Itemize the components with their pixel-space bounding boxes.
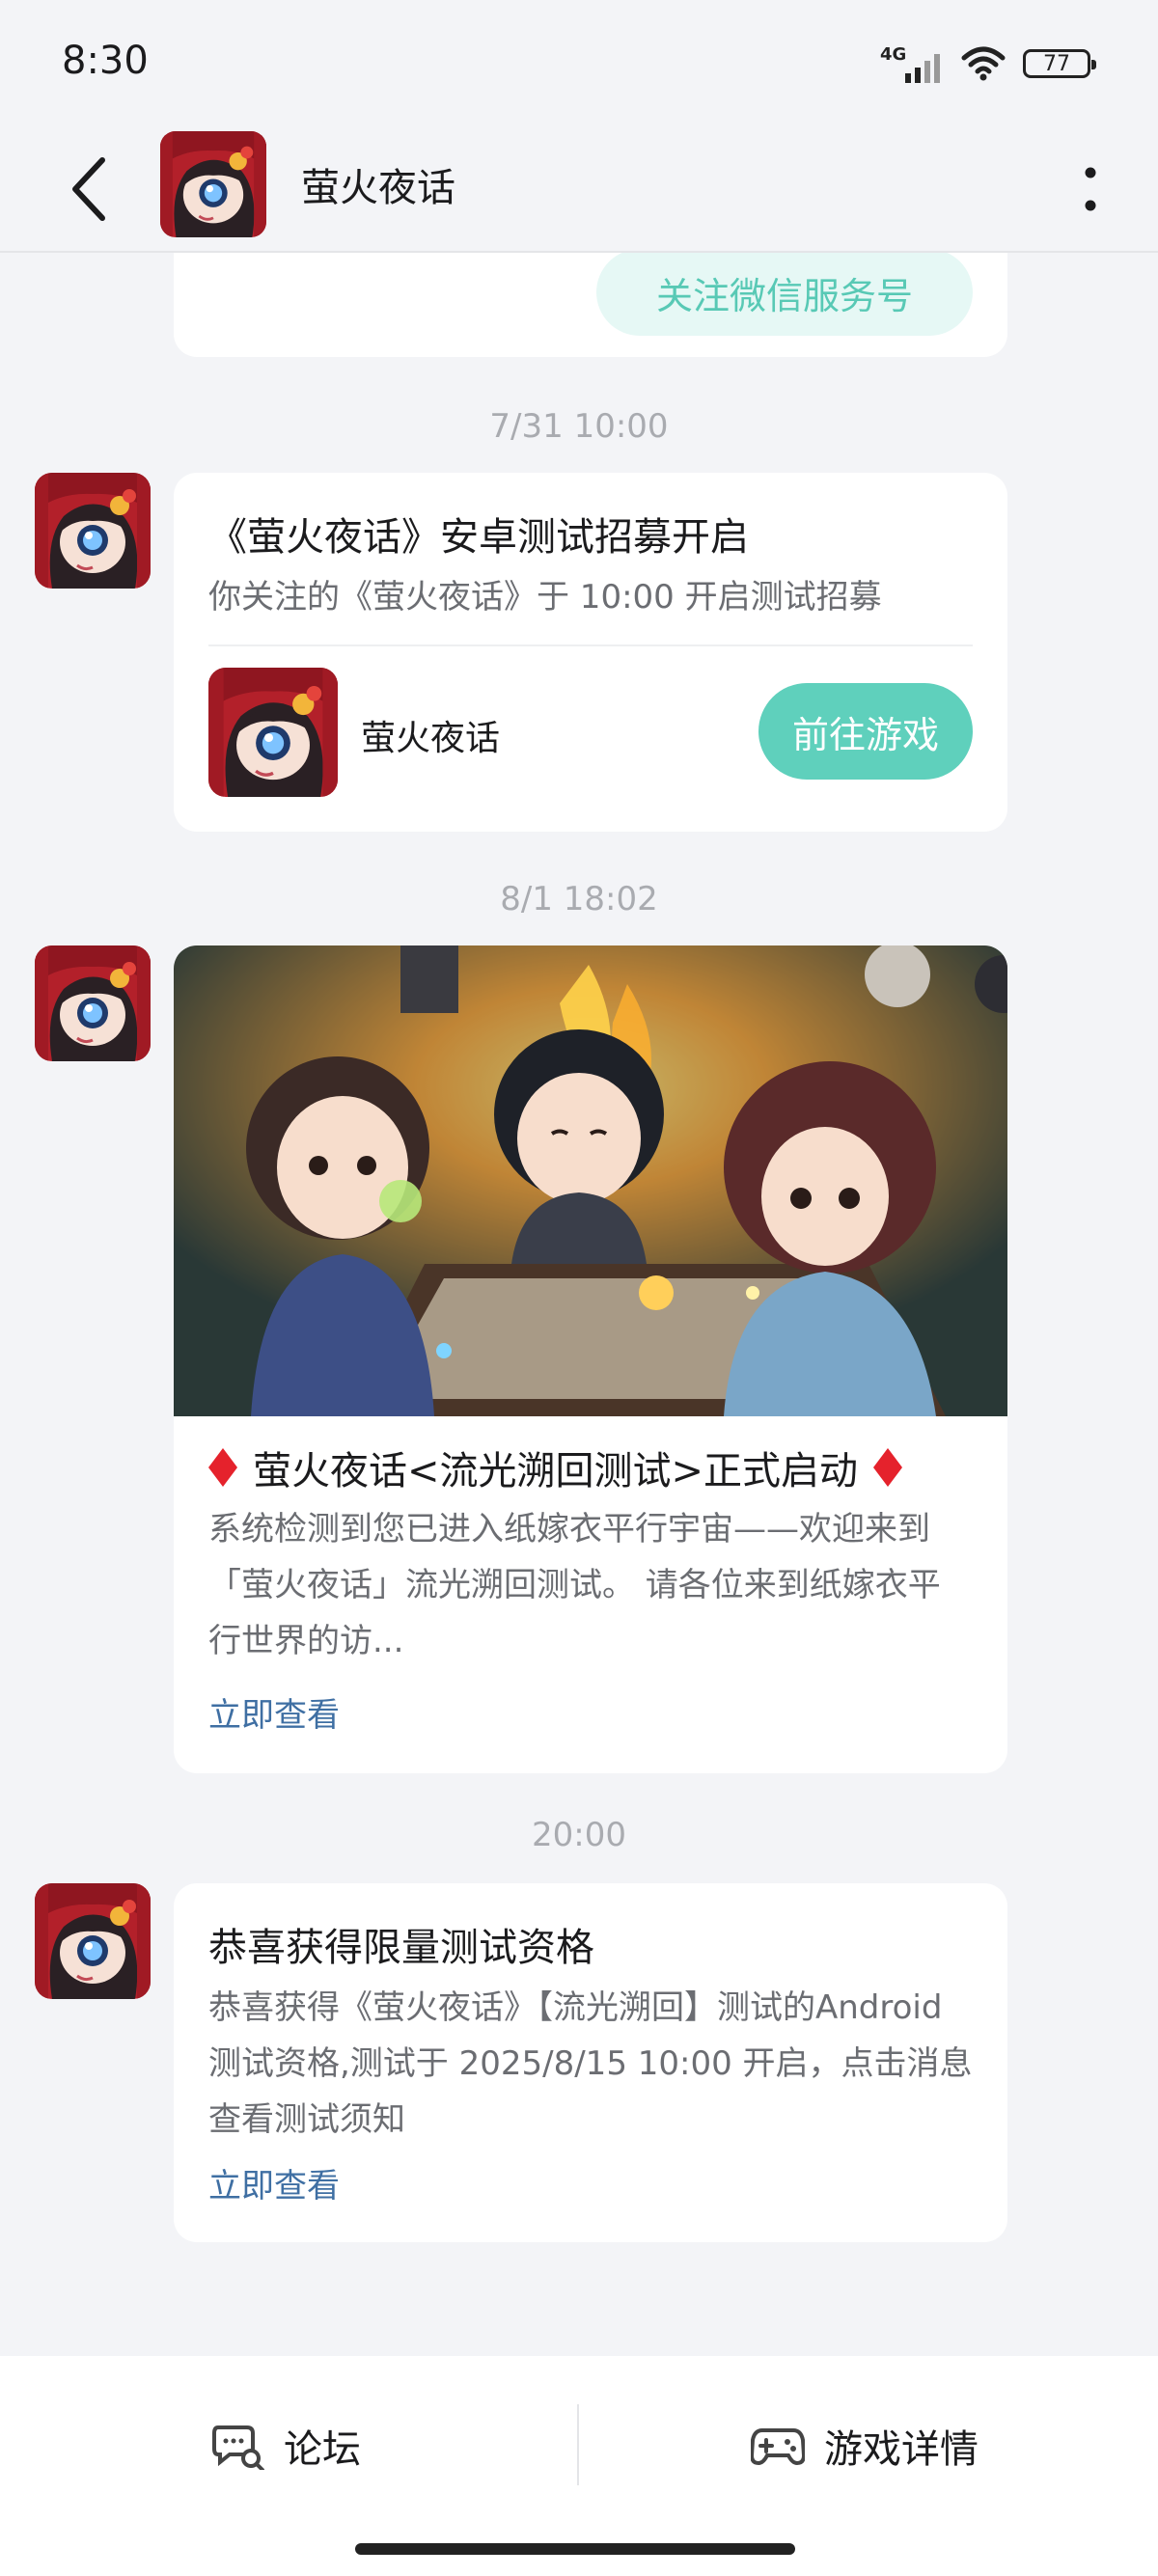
forum-chat-icon	[212, 2425, 264, 2470]
message-card-launch[interactable]: 萤火夜话<流光溯回测试>正式启动 系统检测到您已进入纸嫁衣平行宇宙——欢迎来到「…	[174, 945, 1007, 1773]
message-title-row: 萤火夜话<流光溯回测试>正式启动	[208, 1439, 903, 1495]
chat-header: 萤火夜话	[0, 125, 1158, 253]
forum-label: 论坛	[284, 2427, 361, 2472]
banner-image[interactable]	[174, 945, 1007, 1416]
red-diamond-icon	[873, 1448, 903, 1487]
message-card-previous: 关注微信服务号	[174, 253, 1007, 357]
app-screen: 8:30 4G 77 萤火夜话 关注微信服务号 7/31 10:00 《萤火夜话…	[0, 0, 1158, 2576]
message-list[interactable]: 关注微信服务号 7/31 10:00 《萤火夜话》安卓测试招募开启 你关注的《萤…	[0, 253, 1158, 2356]
message-timestamp: 20:00	[532, 1816, 626, 1854]
message-card-recruitment[interactable]: 《萤火夜话》安卓测试招募开启 你关注的《萤火夜话》于 10:00 开启测试招募 …	[174, 473, 1007, 832]
game-details-tab[interactable]: 游戏详情	[751, 2412, 979, 2480]
message-description: 你关注的《萤火夜话》于 10:00 开启测试招募	[208, 578, 882, 617]
message-title: 《萤火夜话》安卓测试招募开启	[208, 515, 749, 560]
battery-level: 77	[1043, 51, 1070, 76]
battery-icon: 77	[1023, 49, 1096, 78]
message-title: 恭喜获得限量测试资格	[208, 1926, 594, 1970]
bottom-divider	[577, 2404, 579, 2485]
view-now-link[interactable]: 立即查看	[208, 2159, 340, 2206]
message-card-qualification[interactable]: 恭喜获得限量测试资格 恭喜获得《萤火夜话》【流光溯回】测试的Android测试资…	[174, 1883, 1007, 2242]
status-icons: 4G 77	[880, 42, 1096, 85]
status-bar: 8:30 4G 77	[0, 0, 1158, 125]
goto-game-button[interactable]: 前往游戏	[758, 683, 973, 780]
game-avatar[interactable]	[160, 131, 266, 237]
cellular-signal-icon: 4G	[880, 44, 944, 83]
wifi-icon	[961, 46, 1006, 81]
game-name: 萤火夜话	[361, 719, 501, 758]
sender-avatar[interactable]	[35, 473, 151, 589]
message-timestamp: 8/1 18:02	[500, 880, 658, 918]
back-button[interactable]	[50, 151, 127, 228]
forum-tab[interactable]: 论坛	[212, 2412, 361, 2480]
view-now-link[interactable]: 立即查看	[208, 1688, 340, 1736]
bottom-action-bar: 论坛 游戏详情	[0, 2356, 1158, 2576]
message-title: 萤火夜话<流光溯回测试>正式启动	[253, 1449, 859, 1494]
game-details-label: 游戏详情	[824, 2427, 979, 2472]
message-description: 恭喜获得《萤火夜话》【流光溯回】测试的Android测试资格,测试于 2025/…	[208, 1988, 973, 2139]
red-diamond-icon	[208, 1448, 237, 1487]
more-vertical-icon	[1085, 167, 1096, 211]
more-options-button[interactable]	[1062, 152, 1119, 226]
network-type: 4G	[880, 44, 907, 65]
message-timestamp: 7/31 10:00	[489, 407, 669, 446]
follow-wechat-button[interactable]: 关注微信服务号	[596, 253, 973, 336]
card-divider	[208, 644, 973, 646]
status-time: 8:30	[62, 39, 149, 83]
game-icon[interactable]	[208, 668, 338, 797]
back-arrow-icon	[72, 157, 105, 221]
home-indicator[interactable]	[355, 2543, 795, 2555]
message-description: 系统检测到您已进入纸嫁衣平行宇宙——欢迎来到「萤火夜话」流光溯回测试。 请各位来…	[208, 1510, 941, 1660]
page-title: 萤火夜话	[301, 166, 455, 210]
gamepad-icon	[751, 2428, 805, 2466]
sender-avatar[interactable]	[35, 1883, 151, 1999]
sender-avatar[interactable]	[35, 945, 151, 1061]
